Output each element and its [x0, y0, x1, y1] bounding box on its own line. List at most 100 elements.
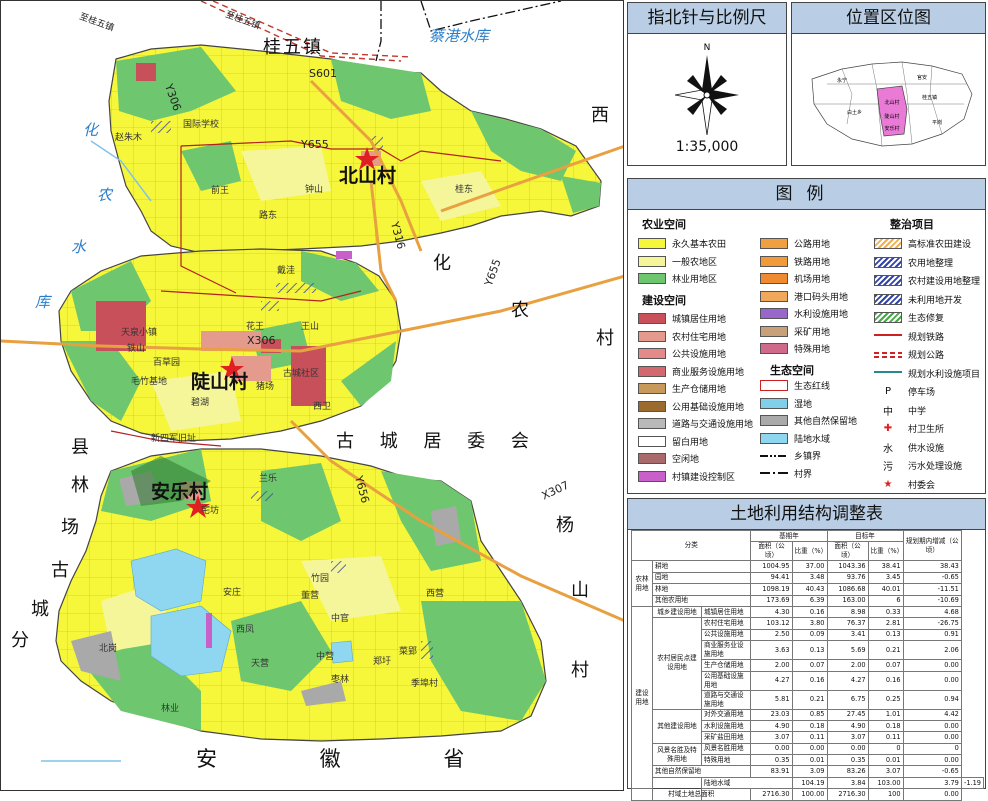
table-cell: 0.09 [791, 628, 828, 642]
legend-item: 规划公路 [874, 348, 944, 361]
legend-label: 污水处理设施 [908, 462, 963, 472]
table-cell: 38.43 [902, 560, 962, 573]
legend-panel: 图例 农业空间 建设空间 生态空间 整治项目 永久基本农田 一般农地区 林业用地区城… [627, 178, 986, 494]
water-west-4: 库 [35, 293, 51, 311]
table-cell: 0.00 [791, 742, 828, 756]
region-cun2: 村 [571, 660, 591, 681]
legend-label: 陆地水域 [794, 434, 831, 445]
legend-label: 水利设施用地 [794, 310, 849, 320]
legend-item: 陆地水域 [760, 432, 830, 445]
village-anle[interactable]: 安乐村 [151, 477, 208, 504]
place-label: 中官 [331, 614, 350, 624]
svg-text:永宁: 永宁 [837, 77, 847, 84]
legend-label: 供水设施 [908, 443, 945, 454]
place-label: 国际学校 [183, 120, 220, 130]
village-lushan[interactable]: 陡山村 [191, 367, 248, 394]
location-panel: 位置区位图 北山村 陡山村 安乐村 永宁 官安 白土乡 桂五镇 平岗 [791, 2, 986, 166]
legend-swatch [874, 349, 902, 360]
table-cell: 分类 [630, 529, 752, 562]
table-cell: 3.07 [826, 731, 869, 744]
table-cell: 0 [867, 742, 904, 756]
legend-item: 林业用地区 [638, 272, 717, 285]
table-cell: 2.06 [902, 640, 962, 661]
water-caigang: 蔡港水库 [429, 27, 490, 45]
table-cell: 0.91 [902, 628, 962, 642]
legend-item: 乡镇界 [760, 449, 821, 462]
road-s601: S601 [309, 67, 337, 80]
table-cell: 0.00 [902, 670, 962, 691]
legend-item: 规划铁路 [874, 330, 944, 343]
region-cun: 村 [596, 328, 616, 349]
place-label: 桂东 [455, 185, 474, 195]
table-cell: 0.35 [750, 754, 793, 767]
table-cell: 4.90 [750, 719, 793, 733]
table-cell: 2.00 [750, 659, 793, 672]
legend-item: 村镇建设控制区 [638, 470, 735, 483]
legend-item: 公用基础设施用地 [638, 400, 744, 413]
table-cell: -0.65 [902, 765, 962, 778]
legend-label: 铁路用地 [794, 257, 831, 268]
legend-item: 湿地 [760, 397, 812, 410]
legend-swatch [760, 255, 788, 267]
table-cell: 0.85 [791, 708, 828, 721]
legend-label: 村委会 [908, 480, 936, 491]
region-gucheng: 古 城 居 委 会 [336, 431, 539, 452]
table-cell: 0.00 [750, 742, 793, 756]
legend-label: 空闲地 [672, 455, 700, 465]
legend-label: 高标准农田建设 [908, 240, 972, 250]
legend-swatch [760, 432, 788, 444]
north-arrow-icon: N [674, 43, 739, 136]
place-label: 枣林 [331, 675, 350, 685]
table-cell: -10.69 [902, 594, 962, 607]
legend-symbol-icon: 中 [883, 406, 893, 418]
legend-item: 道路与交通设施用地 [638, 417, 753, 430]
legend-swatch [760, 308, 788, 319]
svg-text:陡山村: 陡山村 [884, 113, 899, 120]
place-label: 兰乐 [259, 474, 278, 484]
legend-label: 公路用地 [794, 240, 831, 250]
legend-swatch [874, 312, 902, 323]
water-west-1: 化 [83, 121, 99, 139]
legend-item: 商业服务设施用地 [638, 365, 744, 378]
table-cell: 23.03 [750, 708, 793, 721]
table-cell: 0.18 [791, 719, 828, 733]
table-cell: 村域土地总面积 [630, 788, 752, 801]
table-cell: 83.91 [750, 765, 793, 778]
table-cell: 对外交通用地 [700, 708, 752, 721]
place-label: 戴洼 [277, 266, 296, 276]
land-use-table: 分类 基期年 目标年 规划期内增减（公顷） 面积（公顷） 比重（%） 面积（公顷） 比重（%）… [630, 529, 985, 801]
place-label: 花王 [246, 322, 265, 332]
legend-group-eco: 生态空间 [770, 364, 814, 377]
legend-swatch [760, 238, 788, 249]
place-label: 竹园 [311, 574, 330, 584]
village-beishan[interactable]: 北山村 [339, 161, 396, 188]
table-cell: 农林用地 [631, 560, 653, 607]
table-cell: 163.00 [826, 594, 869, 607]
legend-item: 农用地整理 [874, 256, 953, 269]
place-label: 铁山 [127, 344, 146, 354]
table-cell: 3.84 [826, 776, 869, 790]
table-cell: 0.18 [867, 719, 904, 733]
legend-item: 采矿用地 [760, 325, 830, 338]
scale-label: 1:35,000 [675, 139, 739, 155]
table-row: 风景名胜及特殊用地 风景名胜用地 0.00 0.00 0.00 0 0 [632, 742, 984, 767]
table-cell: 8.98 [826, 605, 869, 619]
svg-text:白土乡: 白土乡 [847, 109, 862, 116]
table-cell: 0.07 [867, 659, 904, 672]
table-cell: 建设用地 [631, 605, 653, 790]
table-cell: 公用基础设施用地 [700, 670, 752, 691]
place-label: 天营 [251, 659, 270, 669]
legend-item: 港口码头用地 [760, 290, 848, 303]
table-cell: 4.30 [750, 605, 793, 619]
planning-map[interactable]: 桂五镇 西 化 农 村 安 徽 省 古 城 居 委 会 杨 山 村 县 林 场 … [0, 0, 624, 791]
legend-swatch [638, 238, 666, 249]
table-cell: 农村住宅用地 [700, 617, 752, 630]
legend-label: 村界 [794, 469, 813, 480]
table-cell: 4.27 [826, 670, 869, 691]
table-cell: 6.39 [791, 594, 828, 607]
table-cell: -0.65 [902, 571, 962, 585]
legend-symbol-icon: P [884, 386, 892, 397]
table-cell: 道路与交通设施用地 [700, 689, 752, 710]
table-cell: 6.75 [826, 689, 869, 710]
table-cell: 0.11 [867, 731, 904, 744]
